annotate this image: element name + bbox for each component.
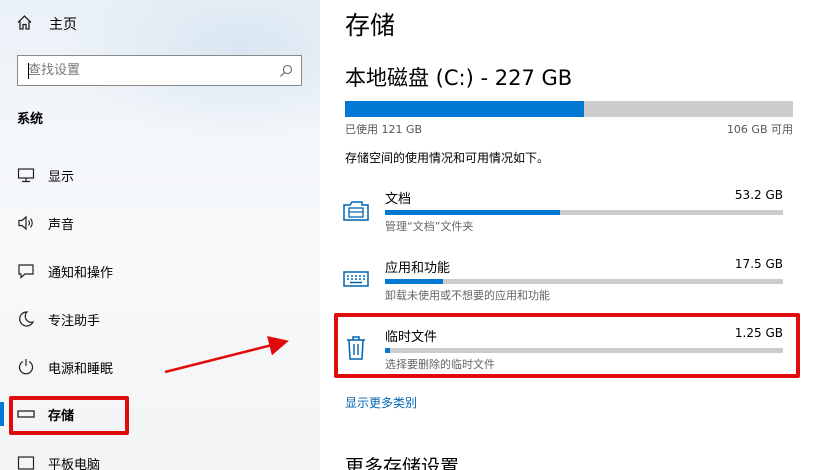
sidebar-item-label: 专注助手 (48, 313, 101, 329)
page-title: 存储 (345, 11, 396, 40)
sidebar-section-title: 系统 (17, 112, 44, 127)
drive-title: 本地磁盘 (C:) - 227 GB (345, 66, 573, 90)
storage-page: 存储 本地磁盘 (C:) - 227 GB 已使用 121 GB 106 GB … (320, 0, 827, 470)
active-indicator (0, 402, 4, 426)
category-usage-fill (385, 210, 561, 215)
more-storage-settings-heading: 更多存储设置 (345, 456, 460, 470)
search-icon[interactable] (279, 63, 293, 82)
search-input[interactable] (18, 56, 268, 85)
notification-icon (16, 262, 36, 280)
moon-icon (16, 310, 36, 328)
show-more-categories-link[interactable]: 显示更多类别 (345, 394, 417, 411)
speaker-icon (16, 214, 36, 232)
tablet-icon (16, 454, 36, 470)
sidebar-item-label: 电源和睡眠 (48, 361, 114, 377)
drive-usage-fill (345, 101, 584, 117)
sidebar-item-focus-assist[interactable]: 专注助手 (0, 299, 320, 339)
sidebar-item-label: 显示 (48, 169, 75, 185)
category-subtitle: 管理“文档”文件夹 (385, 220, 474, 233)
storage-description: 存储空间的使用情况和可用情况如下。 (345, 151, 550, 165)
drive-free-label: 106 GB 可用 (726, 123, 793, 136)
category-name: 文档 (385, 192, 412, 207)
category-subtitle: 卸载未使用或不想要的应用和功能 (385, 289, 550, 302)
storage-category-documents[interactable]: 文档 53.2 GB 管理“文档”文件夹 (342, 188, 787, 238)
sidebar-item-label: 声音 (48, 217, 75, 233)
category-size: 53.2 GB (734, 188, 783, 202)
text-cursor (28, 63, 29, 79)
storage-highlight-box (9, 396, 129, 435)
category-name: 应用和功能 (385, 261, 451, 276)
category-usage-bar (385, 210, 783, 215)
category-size: 17.5 GB (734, 257, 783, 271)
power-icon (16, 358, 36, 376)
temp-files-highlight-box (334, 313, 800, 378)
documents-folder-icon (342, 196, 370, 224)
category-usage-fill (385, 279, 443, 284)
sidebar-item-notifications[interactable]: 通知和操作 (0, 251, 320, 291)
drive-usage-bar[interactable] (345, 101, 793, 117)
home-label: 主页 (49, 17, 77, 33)
sidebar-item-power-sleep[interactable]: 电源和睡眠 (0, 347, 320, 387)
category-usage-bar (385, 279, 783, 284)
sidebar-item-label: 通知和操作 (48, 265, 114, 281)
drive-used-label: 已使用 121 GB (345, 123, 423, 136)
keyboard-icon (342, 265, 370, 293)
monitor-icon (16, 166, 36, 184)
sidebar-item-display[interactable]: 显示 (0, 155, 320, 195)
storage-category-apps[interactable]: 应用和功能 17.5 GB 卸载未使用或不想要的应用和功能 (342, 257, 787, 307)
home-icon (16, 14, 33, 35)
home-nav-item[interactable]: 主页 (16, 12, 77, 36)
sidebar-item-tablet[interactable]: 平板电脑 (0, 443, 320, 470)
sidebar-item-label: 平板电脑 (48, 457, 101, 470)
settings-search-box[interactable] (17, 55, 302, 86)
sidebar-item-sound[interactable]: 声音 (0, 203, 320, 243)
